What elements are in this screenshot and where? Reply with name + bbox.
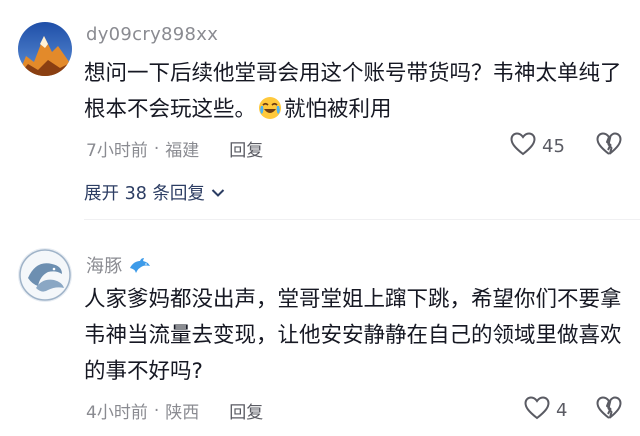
- avatar[interactable]: [18, 248, 72, 302]
- expand-replies-label: 展开 38 条回复: [84, 184, 205, 204]
- like-button[interactable]: 4: [524, 396, 567, 425]
- avatar[interactable]: [18, 22, 72, 76]
- username[interactable]: dy09cry898xx: [86, 24, 218, 45]
- meta-separator: ·: [153, 400, 160, 421]
- comment-meta: 7小时前 · 福建 回复: [86, 136, 263, 162]
- broken-heart-icon: [596, 132, 622, 160]
- expand-replies-button[interactable]: 展开 38 条回复: [84, 180, 225, 205]
- heart-icon: [510, 132, 536, 161]
- username-text: 海豚: [86, 256, 123, 277]
- dislike-button[interactable]: [596, 396, 622, 424]
- dolphin-icon: [129, 257, 151, 280]
- comment-text: 想问一下后续他堂哥会用这个账号带货吗？韦神太单纯了根本不会玩这些。 就怕被利用: [84, 56, 630, 128]
- meta-separator: ·: [153, 138, 160, 159]
- divider: [84, 219, 640, 220]
- crying-laughing-face-icon: [258, 96, 282, 120]
- comment-meta: 4小时前 · 陕西 回复: [86, 398, 263, 424]
- timestamp: 4小时前: [86, 403, 148, 423]
- comment-text: 人家爹妈都没出声，堂哥堂姐上蹿下跳，希望你们不要拿韦神当流量去变现，让他安安静静…: [84, 287, 622, 384]
- broken-heart-icon: [596, 396, 622, 424]
- username[interactable]: 海豚: [86, 252, 151, 280]
- reply-button[interactable]: 回复: [229, 136, 263, 161]
- like-count: 4: [556, 400, 568, 421]
- location: 福建: [165, 141, 200, 161]
- comment-item: dy09cry898xx 想问一下后续他堂哥会用这个账号带货吗？韦神太单纯了根本…: [0, 0, 640, 220]
- reply-button[interactable]: 回复: [229, 398, 263, 423]
- like-button[interactable]: 45: [510, 132, 565, 161]
- location: 陕西: [165, 403, 200, 423]
- comment-item: 海豚 人家爹妈都没出声，堂哥堂姐上蹿下跳，希望你们不要拿韦神当流量去变现，让他安…: [0, 222, 640, 436]
- like-count: 45: [542, 136, 565, 157]
- comment-text-part: 就怕被利用: [284, 97, 392, 122]
- heart-icon: [524, 396, 550, 425]
- timestamp: 7小时前: [86, 141, 148, 161]
- chevron-down-icon: [211, 183, 225, 203]
- dislike-button[interactable]: [596, 132, 622, 160]
